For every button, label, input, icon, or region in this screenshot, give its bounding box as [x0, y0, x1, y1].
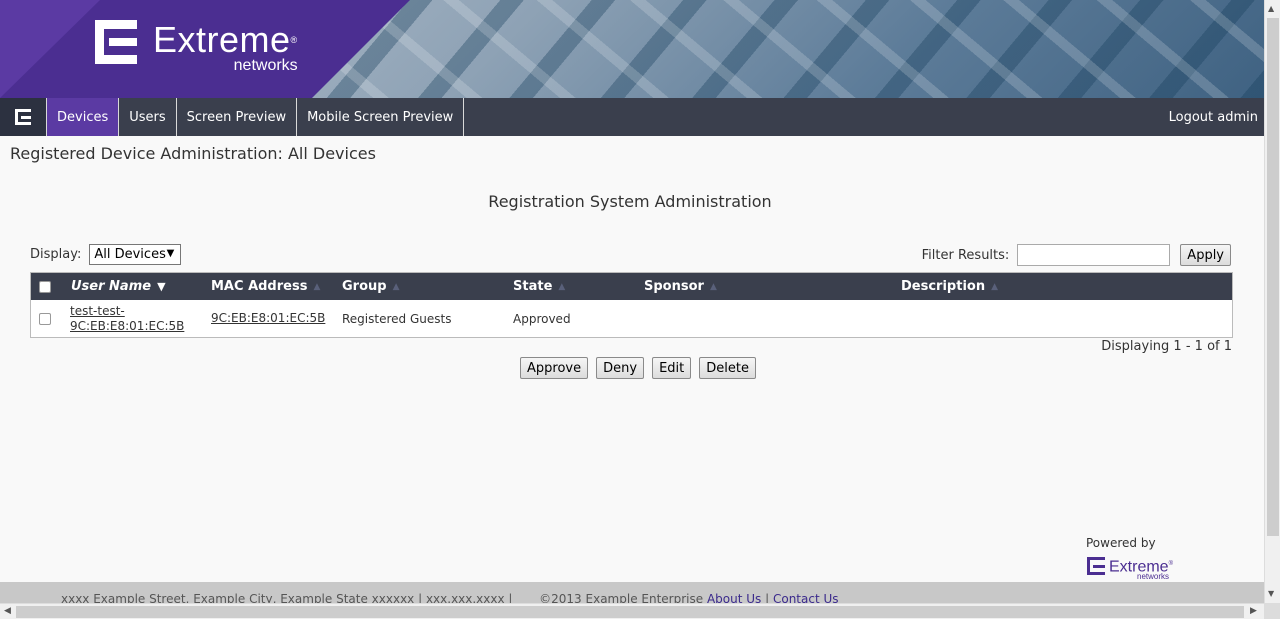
- user-name-line2: 9C:EB:E8:01:EC:5B: [70, 318, 185, 333]
- devices-table: User Name ▼ MAC Address ▲ Group ▲ State …: [30, 272, 1233, 338]
- extreme-logo-icon: [95, 20, 137, 64]
- nav-tab-users[interactable]: Users: [118, 98, 175, 136]
- vertical-scrollbar[interactable]: ▲ ▼: [1264, 0, 1280, 603]
- extreme-small-logo-icon: [15, 109, 31, 125]
- extreme-mini-logo-icon: [1087, 556, 1105, 575]
- col-description[interactable]: Description ▲: [901, 273, 998, 300]
- powered-by-label: Powered by: [1086, 536, 1156, 550]
- row-select-cell: [39, 300, 51, 337]
- logout-link[interactable]: Logout admin: [1169, 98, 1264, 136]
- footer: xxxx Example Street, Example City, Examp…: [0, 582, 1264, 604]
- col-user-name[interactable]: User Name ▼: [71, 273, 166, 300]
- apply-button[interactable]: Apply: [1180, 244, 1231, 266]
- registered-mark: ®: [290, 35, 298, 45]
- sort-desc-icon: ▼: [157, 280, 166, 293]
- col-state[interactable]: State ▲: [513, 273, 565, 300]
- scrollbar-corner: [1264, 603, 1280, 619]
- sort-icon: ▲: [392, 281, 400, 292]
- powered-by-logo: Extreme® networks: [1087, 556, 1173, 581]
- logo-brand-name: Extreme: [153, 19, 291, 60]
- select-all-checkbox[interactable]: [39, 280, 51, 293]
- horizontal-scroll-thumb[interactable]: [16, 606, 1244, 618]
- mini-logo-sub: networks: [1137, 572, 1170, 581]
- delete-button[interactable]: Delete: [699, 357, 756, 379]
- deny-button[interactable]: Deny: [596, 357, 645, 379]
- scroll-left-icon[interactable]: ◀: [4, 606, 11, 616]
- col-description-label: Description: [901, 279, 986, 294]
- scroll-up-icon[interactable]: ▲: [1268, 4, 1274, 13]
- scroll-down-icon[interactable]: ▼: [1268, 589, 1274, 598]
- table-row: test-test- 9C:EB:E8:01:EC:5B 9C:EB:E8:01:…: [31, 300, 1232, 337]
- cell-group: Registered Guests: [342, 311, 452, 326]
- table-header: User Name ▼ MAC Address ▲ Group ▲ State …: [31, 273, 1232, 300]
- col-group[interactable]: Group ▲: [342, 273, 400, 300]
- logo-brand-sub: networks: [233, 57, 298, 74]
- nav-tab-screen-preview[interactable]: Screen Preview: [175, 98, 296, 136]
- cell-mac-address: 9C:EB:E8:01:EC:5B: [211, 300, 325, 337]
- display-selected-value: All Devices: [94, 247, 166, 262]
- user-name-link[interactable]: test-test- 9C:EB:E8:01:EC:5B: [70, 304, 184, 334]
- paging-status: Displaying 1 - 1 of 1: [1101, 339, 1232, 354]
- col-sponsor-label: Sponsor: [644, 279, 704, 294]
- horizontal-scrollbar[interactable]: ◀ ▶: [0, 603, 1264, 619]
- mac-address-link[interactable]: 9C:EB:E8:01:EC:5B: [211, 311, 325, 326]
- select-all-cell: [39, 273, 51, 300]
- sort-icon: ▲: [991, 281, 999, 292]
- scroll-right-icon[interactable]: ▶: [1250, 606, 1257, 616]
- header-banner: Extreme® networks: [0, 0, 1264, 98]
- col-state-label: State: [513, 279, 553, 294]
- approve-button[interactable]: Approve: [520, 357, 589, 379]
- display-label: Display:: [30, 247, 82, 262]
- section-title: Registration System Administration: [488, 192, 772, 211]
- col-sponsor[interactable]: Sponsor ▲: [644, 273, 717, 300]
- edit-button[interactable]: Edit: [652, 357, 692, 379]
- action-buttons: Approve Deny Edit Delete: [520, 357, 756, 379]
- vertical-scroll-thumb[interactable]: [1267, 18, 1279, 536]
- nav-tab-devices[interactable]: Devices: [46, 98, 119, 136]
- cell-state: Approved: [513, 311, 571, 326]
- sort-icon: ▲: [558, 281, 566, 292]
- col-user-name-label: User Name: [71, 279, 152, 294]
- display-filter: Display: All Devices ▼: [30, 244, 182, 265]
- display-select[interactable]: All Devices ▼: [89, 244, 182, 265]
- dropdown-caret-icon: ▼: [166, 248, 175, 259]
- col-mac-address-label: MAC Address: [211, 279, 308, 294]
- main-nav: Devices Users Screen Preview Mobile Scre…: [0, 98, 1264, 136]
- nav-tab-mobile-screen-preview[interactable]: Mobile Screen Preview: [296, 98, 465, 136]
- sort-icon: ▲: [313, 281, 321, 292]
- filter-input[interactable]: [1017, 244, 1171, 266]
- row-checkbox[interactable]: [39, 312, 51, 325]
- sort-icon: ▲: [709, 281, 717, 292]
- extreme-logo: Extreme® networks: [95, 20, 298, 74]
- filter-label: Filter Results:: [921, 247, 1010, 263]
- home-logo-button[interactable]: [0, 98, 46, 136]
- filter-results: Filter Results: Apply: [922, 244, 1231, 266]
- col-mac-address[interactable]: MAC Address ▲: [211, 273, 320, 300]
- page-title: Registered Device Administration: All De…: [10, 144, 376, 163]
- col-group-label: Group: [342, 279, 387, 294]
- cell-user-name: test-test- 9C:EB:E8:01:EC:5B: [70, 300, 184, 337]
- user-name-line1: test-test-: [70, 303, 125, 318]
